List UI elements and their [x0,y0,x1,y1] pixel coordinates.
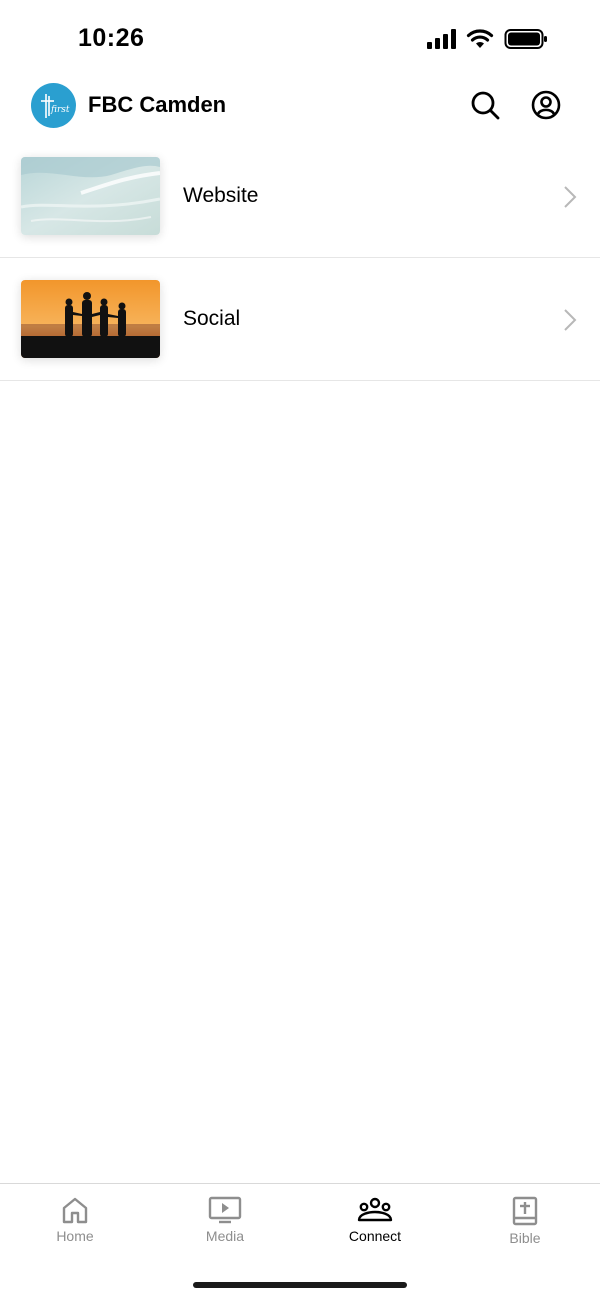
tab-label: Connect [348,1228,402,1244]
battery-icon [504,29,547,49]
tab-label: Bible [509,1230,541,1246]
app-header: first FBC Camden [0,80,600,134]
wifi-icon [466,29,494,48]
ocean-waves-thumbnail [21,157,160,235]
tab-connect[interactable]: Connect [300,1184,450,1259]
tab-label: Home [56,1228,94,1244]
home-icon [62,1197,88,1224]
tab-home[interactable]: Home [0,1184,150,1259]
status-icons [427,28,548,50]
media-icon [208,1196,242,1224]
status-bar: 10:26 [0,0,600,80]
search-icon[interactable] [469,89,501,121]
page-title: FBC Camden [88,92,227,117]
status-time: 10:26 [78,24,145,52]
list-item-website[interactable]: Website [0,135,600,258]
cross-logo-icon: first [40,93,70,118]
tab-bible[interactable]: Bible [450,1184,600,1259]
list-item-label: Website [183,184,259,207]
connect-list: Website Social [0,135,600,381]
chevron-right-icon [564,309,577,331]
cellular-signal-icon [427,29,456,49]
connect-icon [357,1197,393,1222]
tab-label: Media [205,1228,245,1244]
bottom-tab-bar: Home Media Connect Bible [0,1183,600,1300]
svg-text:first: first [50,105,70,115]
profile-icon[interactable] [530,89,562,121]
church-logo[interactable]: first [31,83,76,128]
list-item-social[interactable]: Social [0,258,600,381]
tab-media[interactable]: Media [150,1184,300,1259]
bible-icon [512,1196,538,1226]
home-indicator[interactable] [193,1282,407,1288]
chevron-right-icon [564,186,577,208]
sunset-silhouette-thumbnail [21,280,160,358]
list-item-label: Social [183,307,241,330]
